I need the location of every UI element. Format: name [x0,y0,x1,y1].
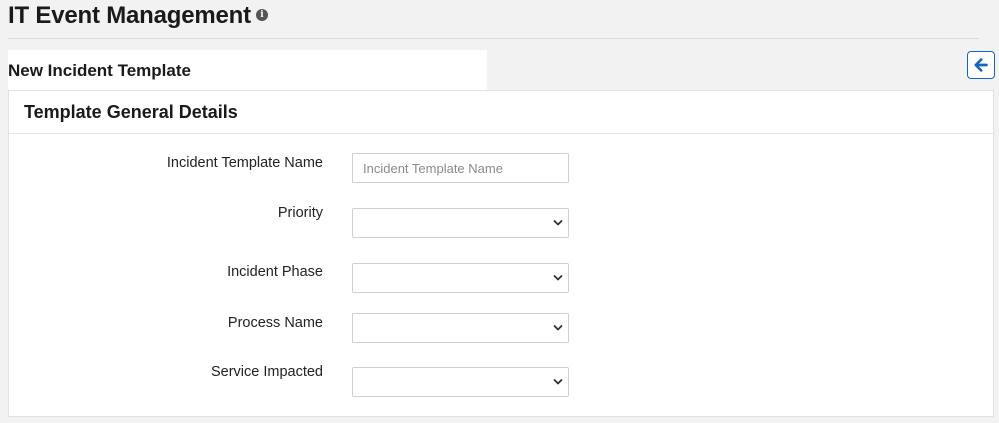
process-name-select[interactable] [352,313,569,343]
priority-label: Priority [277,205,323,221]
template-name-label: Incident Template Name [166,155,323,171]
subheader-title: New Incident Template [8,61,191,80]
template-name-input[interactable] [352,153,569,183]
info-icon[interactable]: i [255,8,268,21]
chevron-down-icon [553,275,563,281]
process-name-label: Process Name [227,315,323,331]
panel-header: Template General Details [9,91,993,134]
priority-select[interactable] [352,208,569,238]
page-title-text: IT Event Management [8,2,251,29]
incident-phase-label: Incident Phase [227,264,323,280]
incident-phase-select[interactable] [352,263,569,293]
template-general-details-panel: Template General Details Incident Templa… [8,90,994,417]
chevron-down-icon [553,220,563,226]
service-impacted-label: Service Impacted [210,364,323,380]
back-button[interactable] [967,51,995,79]
chevron-down-icon [553,379,563,385]
page-title: IT Event Management i [8,2,268,30]
service-impacted-select[interactable] [352,367,569,397]
page-header: IT Event Management i [8,0,979,39]
subheader: New Incident Template [8,50,487,90]
chevron-down-icon [553,325,563,331]
panel-title: Template General Details [24,102,238,122]
arrow-left-icon [974,58,988,72]
